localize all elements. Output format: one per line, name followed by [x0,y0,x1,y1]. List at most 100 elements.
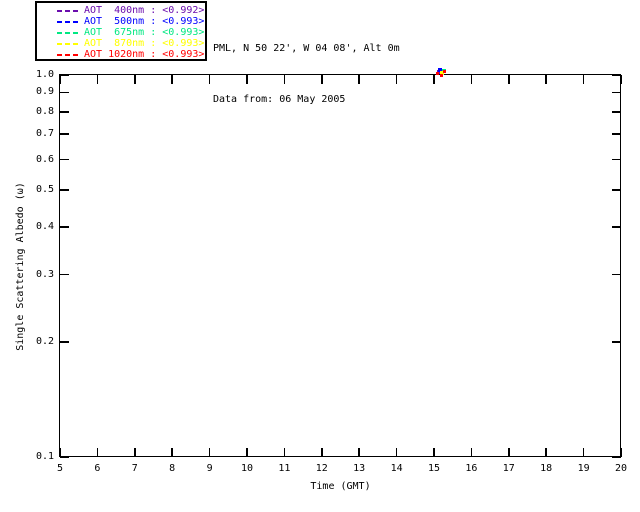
x-tick-top [283,75,286,84]
x-tick-bottom [246,448,248,457]
x-tick-label: 13 [353,463,366,474]
legend-entry-label: AOT 500nm : <0.993> [84,16,205,27]
y-tick-right [612,273,621,276]
x-tick-label: 19 [577,463,590,474]
legend-entry-label: AOT 675nm : <0.993> [84,27,205,38]
x-tick-label: 8 [169,463,176,474]
x-tick-bottom [433,448,435,457]
y-tick-right [612,226,621,228]
x-tick-bottom [321,448,323,457]
y-tick-left [60,341,69,343]
x-tick-top [208,75,211,84]
x-tick-label: 20 [614,463,628,474]
y-tick-label: 0.8 [35,106,54,118]
y-tick-label: 0.4 [35,221,54,232]
x-tick-bottom [171,448,173,457]
y-tick-label: 0.3 [35,268,54,280]
x-tick-top [395,75,398,84]
x-tick-top [171,75,173,84]
x-tick-label: 15 [427,463,441,474]
legend-entry-label: AOT 400nm : <0.992> [84,5,205,16]
x-tick-top [246,75,248,84]
x-tick-label: 16 [465,463,478,474]
x-tick-label: 11 [278,463,291,474]
x-tick-bottom [96,448,99,457]
x-tick-top [620,75,622,84]
y-tick-left [60,158,69,161]
x-tick-top [358,75,360,84]
data-point [443,70,447,74]
y-tick-right [612,74,621,76]
data-point [440,74,444,78]
x-tick-top [321,75,323,84]
y-tick-right [612,111,621,113]
x-tick-top [59,75,61,84]
legend-entry-label: AOT 870nm : <0.993> [84,38,205,49]
x-tick-bottom [582,448,585,457]
x-tick-bottom [545,448,547,457]
x-tick-top [134,75,136,84]
legend-dash-sample [57,9,79,12]
x-tick-bottom [208,448,211,457]
legend-entry: AOT 1020nm : <0.993> [57,49,205,60]
y-tick-label: 0.5 [35,183,54,195]
y-tick-left [60,74,69,76]
legend-dash-sample [57,20,79,23]
y-tick-left [60,133,69,135]
y-tick-right [612,189,621,191]
station-title: PML, N 50 22', W 04 08', Alt 0m [213,43,400,54]
x-tick-top [508,75,510,84]
data-point [436,72,440,76]
y-tick-label: 0.7 [35,128,54,140]
legend-entry-label: AOT 1020nm : <0.993> [84,49,205,60]
x-tick-label: 17 [502,463,515,474]
y-tick-right [612,158,621,161]
x-tick-label: 6 [94,463,101,474]
x-tick-label: 18 [540,463,553,474]
legend-box: AOT 400nm : <0.992> AOT 500nm : <0.993> AO… [35,1,207,61]
y-tick-left [60,189,69,191]
x-tick-top [96,75,99,84]
y-tick-left [60,111,69,113]
x-tick-top [545,75,547,84]
x-tick-bottom [283,448,286,457]
x-tick-label: 14 [390,463,403,474]
y-tick-label: 1.0 [35,69,54,80]
legend-dash-sample [57,31,79,34]
legend-entry: AOT 500nm : <0.993> [57,16,205,27]
x-tick-label: 10 [240,463,254,474]
x-axis-title: Time (GMT) [310,481,371,492]
x-tick-bottom [508,448,510,457]
plot-canvas: AOT 400nm : <0.992> AOT 500nm : <0.993> AO… [0,0,640,512]
y-tick-label: 0.2 [35,336,54,347]
y-tick-right [612,133,621,135]
y-tick-label: 0.6 [35,153,54,165]
y-tick-left [60,226,69,228]
y-tick-label: 0.1 [35,451,54,462]
legend-entry: AOT 675nm : <0.993> [57,27,205,38]
x-tick-bottom [470,448,473,457]
y-axis-title: Single Scattering Albedo (ω) [14,181,26,351]
legend-entry: AOT 400nm : <0.992> [57,5,205,16]
x-tick-label: 12 [315,463,328,474]
y-tick-left [60,456,69,458]
y-tick-right [612,456,621,458]
x-tick-top [470,75,473,84]
x-tick-label: 9 [206,463,213,474]
y-tick-right [612,91,621,94]
x-tick-top [582,75,585,84]
plot-area [59,74,621,457]
legend-dash-sample [57,53,79,56]
x-tick-bottom [134,448,136,457]
x-tick-bottom [395,448,398,457]
legend-entry: AOT 870nm : <0.993> [57,38,205,49]
y-tick-left [60,91,69,94]
x-tick-bottom [358,448,360,457]
x-tick-label: 7 [131,463,138,474]
y-tick-left [60,273,69,276]
x-tick-label: 5 [56,463,64,474]
y-tick-label: 0.9 [35,86,54,98]
x-tick-top [433,75,435,84]
legend-dash-sample [57,42,79,45]
y-tick-right [612,341,621,343]
